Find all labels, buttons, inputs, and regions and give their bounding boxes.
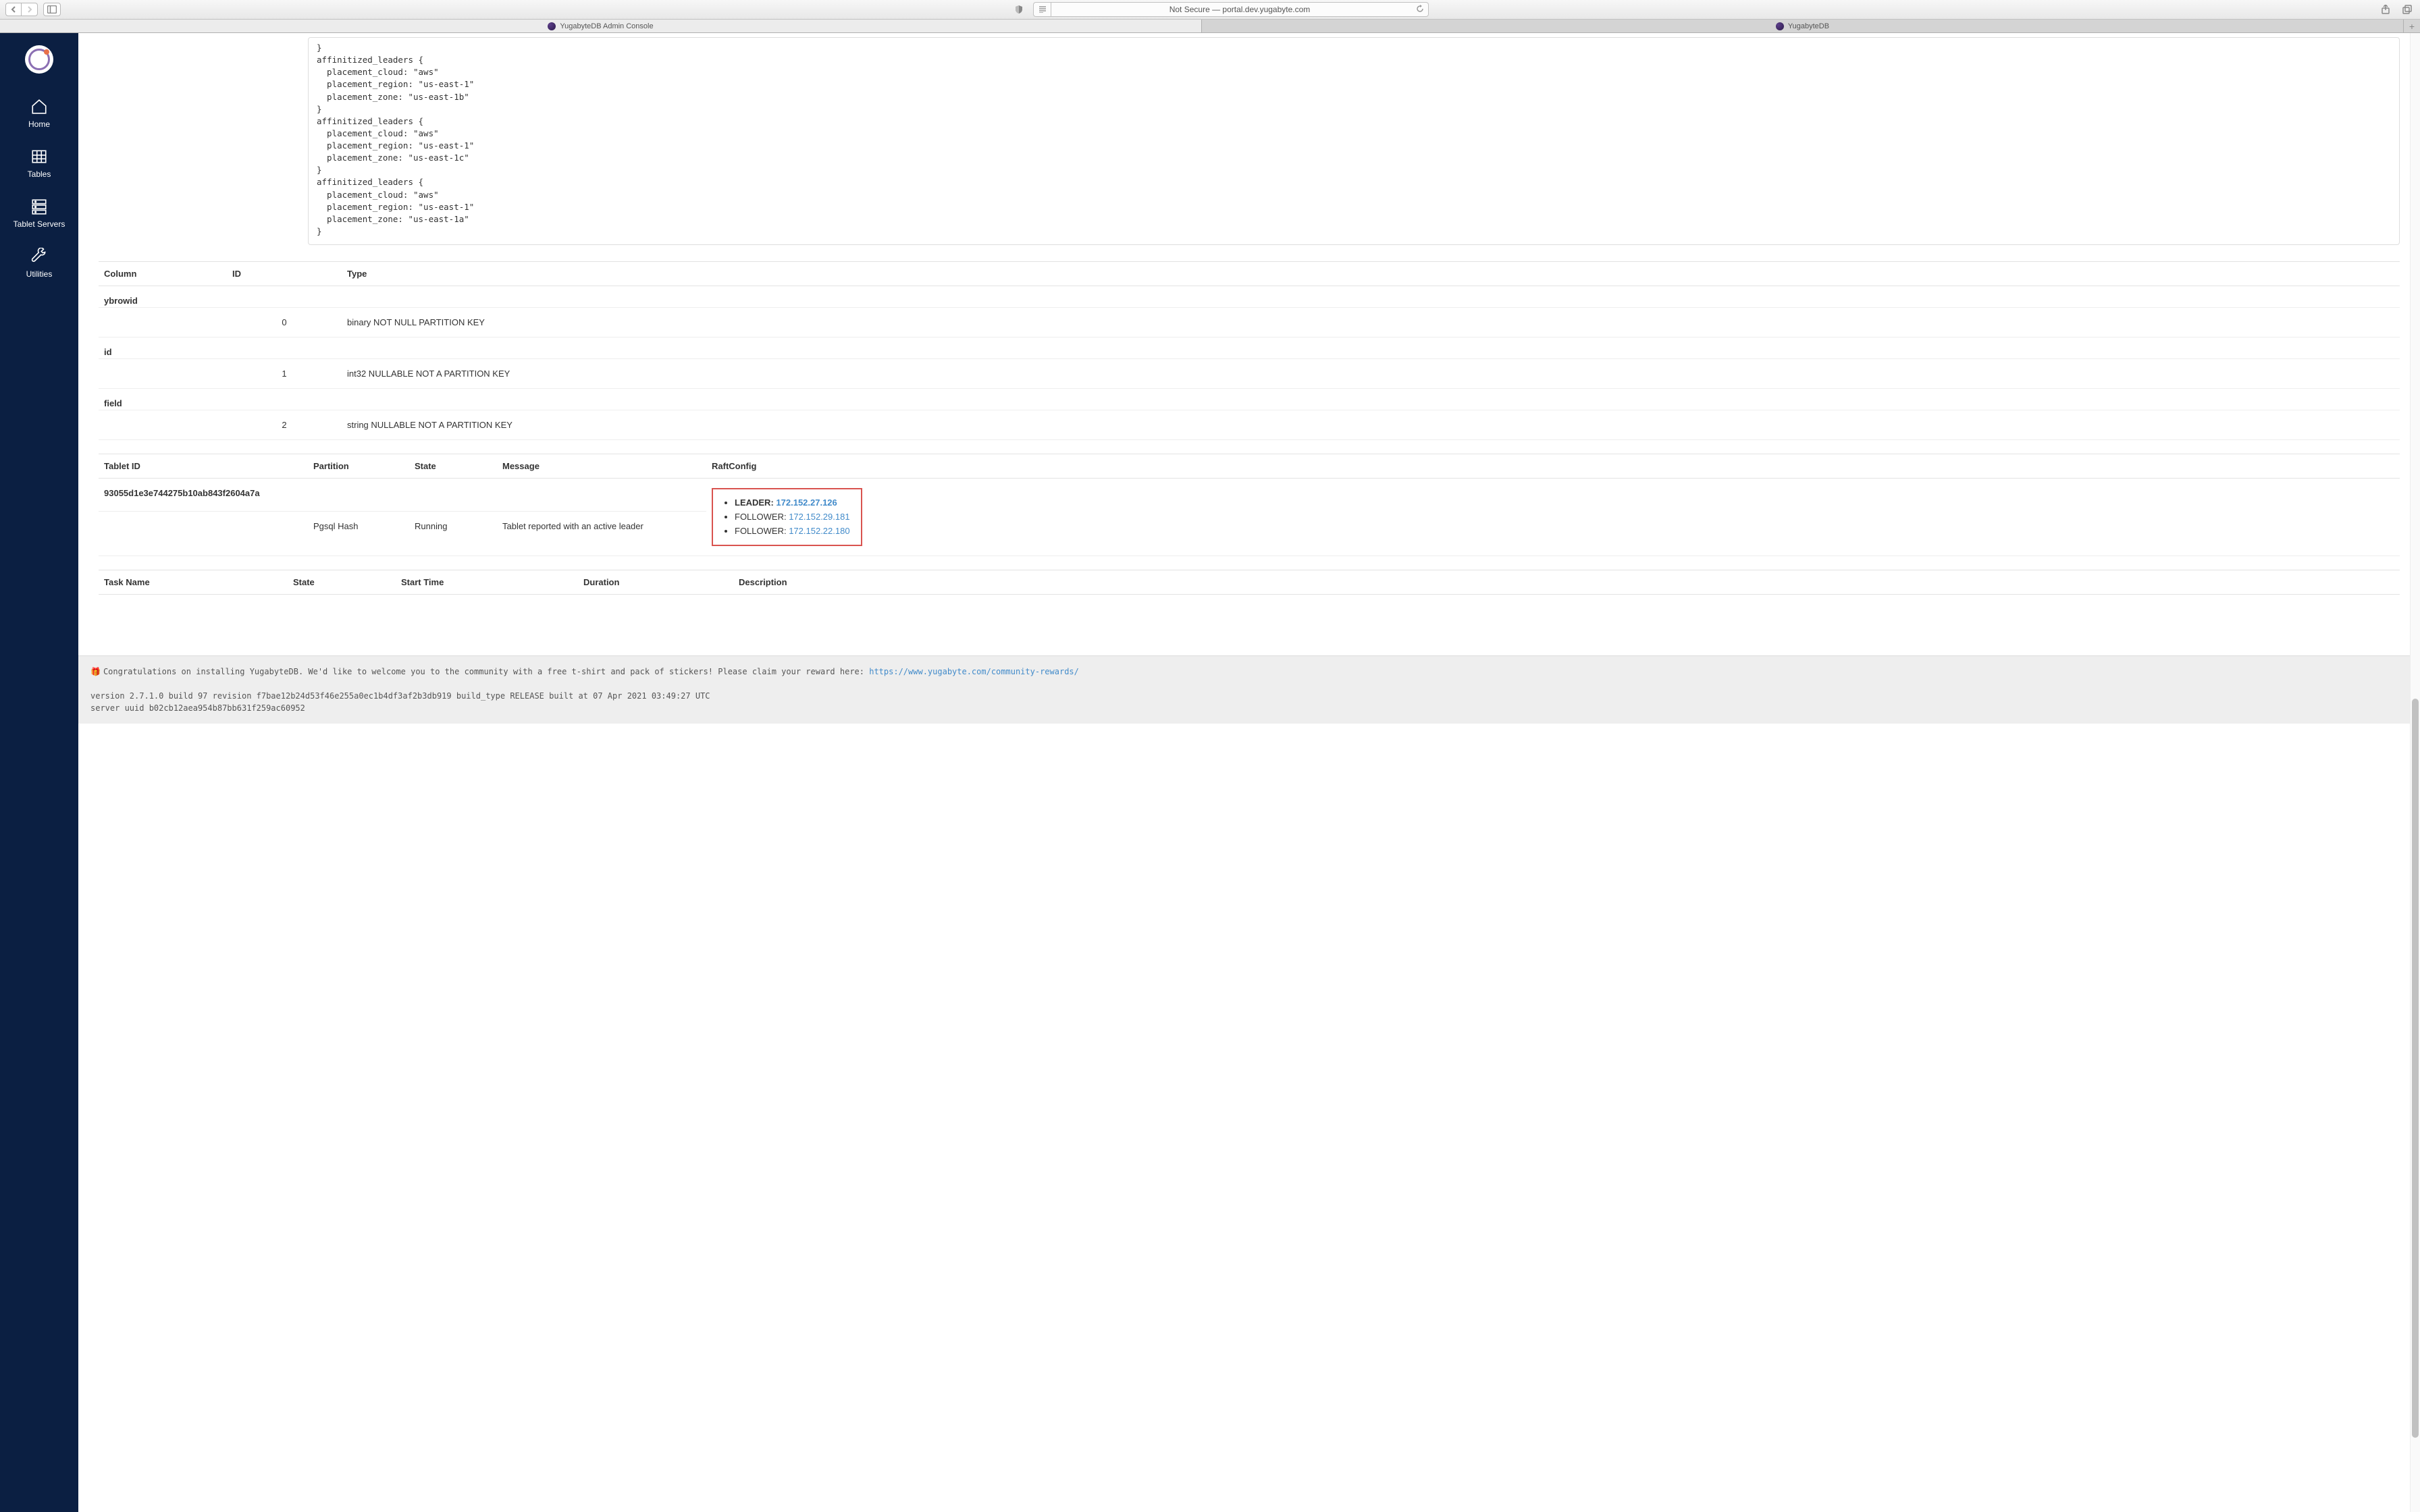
tab-admin-console[interactable]: YugabyteDB Admin Console	[0, 20, 1202, 32]
col-header-id: ID	[227, 262, 342, 286]
tablet-message: Tablet reported with an active leader	[497, 511, 706, 556]
th-task-state: State	[288, 570, 396, 595]
raft-member: LEADER: 172.152.27.126	[735, 496, 850, 510]
sidebar-item-tablet-servers[interactable]: Tablet Servers	[0, 188, 78, 238]
table-row: id	[99, 338, 2400, 359]
raft-config-box: LEADER: 172.152.27.126 FOLLOWER: 172.152…	[712, 488, 862, 546]
column-id: 2	[227, 410, 342, 440]
column-name: ybrowid	[99, 286, 227, 308]
footer-congrats: Congratulations on installing YugabyteDB…	[103, 667, 869, 676]
logo-icon[interactable]	[25, 45, 53, 74]
table-row: field	[99, 389, 2400, 410]
reward-link[interactable]: https://www.yugabyte.com/community-rewar…	[869, 667, 1079, 676]
raft-member: FOLLOWER: 172.152.29.181	[735, 510, 850, 524]
tablet-id: 93055d1e3e744275b10ab843f2604a7a	[99, 479, 308, 512]
share-button[interactable]	[2378, 3, 2393, 16]
table-icon	[30, 148, 48, 165]
col-header-column: Column	[99, 262, 227, 286]
tab-label: YugabyteDB Admin Console	[560, 22, 653, 30]
th-state: State	[409, 454, 497, 479]
main-content: } affinitized_leaders { placement_cloud:…	[78, 33, 2420, 1512]
column-name: id	[99, 338, 227, 359]
server-icon	[30, 198, 48, 215]
tasks-table: Task Name State Start Time Duration Desc…	[99, 570, 2400, 595]
columns-table: Column ID Type ybrowid 0 binary NOT NULL…	[99, 261, 2400, 440]
footer-server-uuid: server uuid b02cb12aea954b87bb631f259ac6…	[90, 702, 2408, 714]
sidebar-item-label: Utilities	[26, 269, 53, 279]
favicon-icon	[1776, 22, 1784, 30]
column-id: 0	[227, 308, 342, 338]
th-start-time: Start Time	[396, 570, 578, 595]
column-name: field	[99, 389, 227, 410]
tab-label: YugabyteDB	[1788, 22, 1829, 30]
app-sidebar: Home Tables Tablet Servers Utilities	[0, 33, 78, 1512]
table-row: 1 int32 NULLABLE NOT A PARTITION KEY	[99, 359, 2400, 389]
th-raftconfig: RaftConfig	[706, 454, 2400, 479]
column-type: int32 NULLABLE NOT A PARTITION KEY	[342, 359, 2400, 389]
address-bar[interactable]: Not Secure — portal.dev.yugabyte.com	[1051, 2, 1429, 17]
sidebar-item-label: Tables	[28, 169, 51, 179]
footer-version: version 2.7.1.0 build 97 revision f7bae1…	[90, 690, 2408, 702]
tab-bar: YugabyteDB Admin Console YugabyteDB +	[0, 20, 2420, 33]
th-partition: Partition	[308, 454, 409, 479]
column-type: string NULLABLE NOT A PARTITION KEY	[342, 410, 2400, 440]
sidebar-item-utilities[interactable]: Utilities	[0, 238, 78, 288]
table-row: 2 string NULLABLE NOT A PARTITION KEY	[99, 410, 2400, 440]
nav-buttons	[5, 3, 38, 16]
gift-icon: 🎁	[90, 667, 101, 676]
raft-follower-link[interactable]: 172.152.29.181	[789, 512, 849, 522]
footer: 🎁Congratulations on installing YugabyteD…	[78, 655, 2420, 724]
replication-config-code: } affinitized_leaders { placement_cloud:…	[308, 37, 2400, 245]
th-tablet-id: Tablet ID	[99, 454, 308, 479]
table-row: ybrowid	[99, 286, 2400, 308]
th-description: Description	[733, 570, 2400, 595]
wrench-icon	[30, 248, 48, 265]
table-row: 93055d1e3e744275b10ab843f2604a7a LEADER:…	[99, 479, 2400, 512]
sidebar-item-label: Home	[28, 119, 50, 129]
sidebar-toggle-button[interactable]	[43, 3, 61, 16]
th-message: Message	[497, 454, 706, 479]
refresh-icon[interactable]	[1416, 5, 1424, 15]
column-id: 1	[227, 359, 342, 389]
tablets-table: Tablet ID Partition State Message RaftCo…	[99, 454, 2400, 556]
privacy-shield-icon[interactable]	[1010, 3, 1028, 16]
raft-member: FOLLOWER: 172.152.22.180	[735, 524, 850, 539]
home-icon	[30, 98, 48, 115]
scrollbar[interactable]	[2410, 33, 2420, 1512]
col-header-type: Type	[342, 262, 2400, 286]
reader-mode-button[interactable]	[1033, 2, 1051, 17]
sidebar-item-tables[interactable]: Tables	[0, 138, 78, 188]
th-duration: Duration	[578, 570, 733, 595]
scrollbar-thumb[interactable]	[2412, 699, 2419, 1438]
back-button[interactable]	[5, 3, 22, 16]
raft-follower-link[interactable]: 172.152.22.180	[789, 526, 849, 536]
sidebar-item-label: Tablet Servers	[14, 219, 65, 229]
favicon-icon	[548, 22, 556, 30]
tablet-state: Running	[409, 511, 497, 556]
browser-toolbar: Not Secure — portal.dev.yugabyte.com	[0, 0, 2420, 20]
table-row: 0 binary NOT NULL PARTITION KEY	[99, 308, 2400, 338]
raft-leader-link[interactable]: 172.152.27.126	[776, 497, 837, 508]
tablet-partition: Pgsql Hash	[308, 511, 409, 556]
tab-yugabytedb[interactable]: YugabyteDB	[1202, 20, 2404, 32]
tabs-overview-button[interactable]	[2400, 3, 2415, 16]
forward-button[interactable]	[22, 3, 38, 16]
new-tab-button[interactable]: +	[2404, 20, 2420, 32]
th-task-name: Task Name	[99, 570, 288, 595]
sidebar-item-home[interactable]: Home	[0, 88, 78, 138]
column-type: binary NOT NULL PARTITION KEY	[342, 308, 2400, 338]
